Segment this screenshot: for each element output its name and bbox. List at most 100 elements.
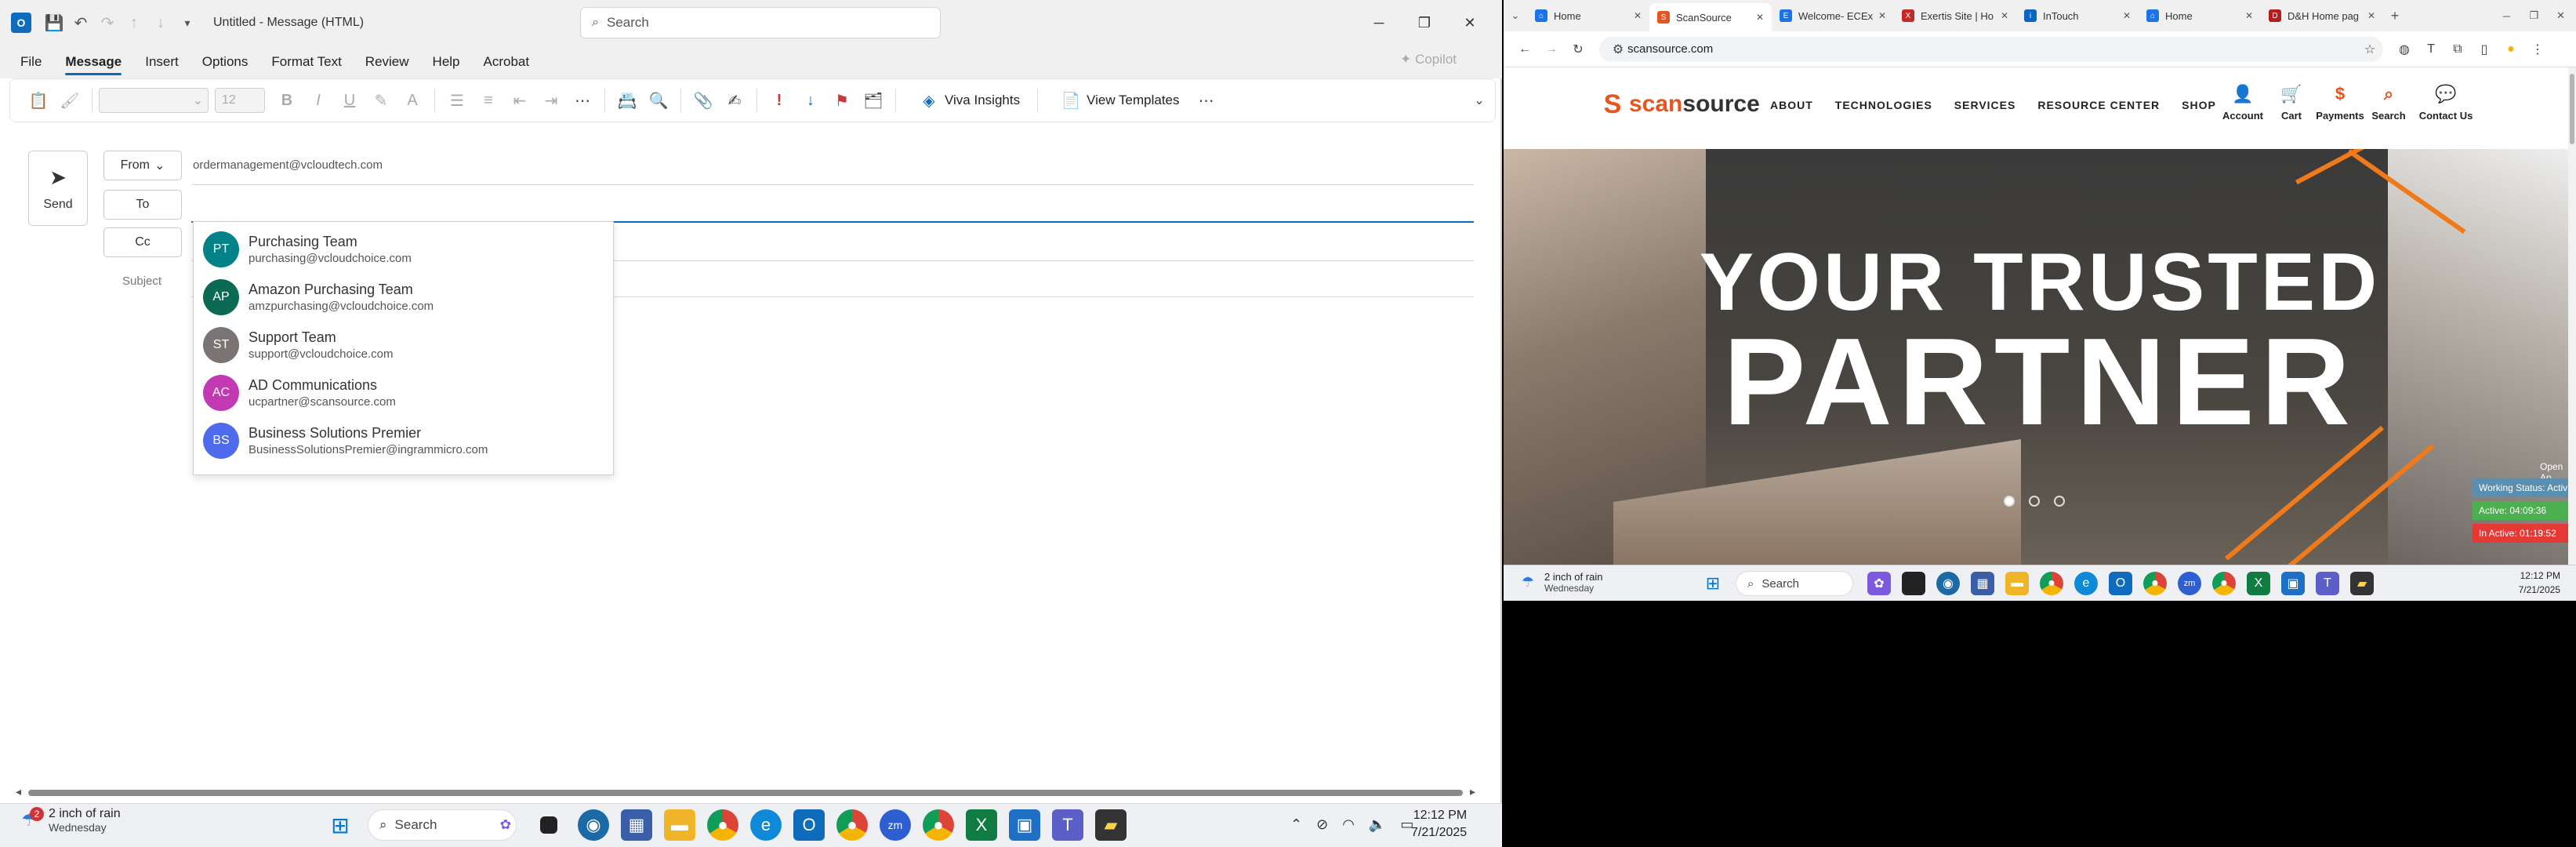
down-icon[interactable]: ↓ bbox=[147, 9, 174, 36]
sticky-notes-icon[interactable]: ▰ bbox=[2350, 572, 2374, 595]
outlook-taskbar-icon[interactable]: O bbox=[2109, 572, 2132, 595]
zoom-icon[interactable]: zm bbox=[880, 809, 911, 841]
nav-about[interactable]: ABOUT bbox=[1770, 99, 1813, 111]
collapse-ribbon-icon[interactable]: ⌄ bbox=[1464, 86, 1495, 115]
nav-shop[interactable]: SHOP bbox=[2182, 99, 2216, 111]
browser-tab[interactable]: ⌂ Home ✕ bbox=[1527, 3, 1649, 28]
save-icon[interactable]: 💾 bbox=[41, 9, 67, 36]
browser-tab-active[interactable]: S ScanSource ✕ bbox=[1649, 3, 1772, 31]
bookmark-star-icon[interactable]: ☆ bbox=[2356, 42, 2383, 57]
clock[interactable]: 12:12 PM 7/21/2025 bbox=[1411, 807, 1467, 842]
underline-icon[interactable]: U bbox=[334, 86, 365, 115]
tab-message[interactable]: Message bbox=[65, 54, 122, 75]
excel-icon[interactable]: X bbox=[966, 809, 997, 841]
wifi-icon[interactable]: ◠ bbox=[1342, 816, 1355, 833]
extensions-puzzle-icon[interactable]: ⧉ bbox=[2444, 42, 2471, 56]
suggestion-item[interactable]: ST Support Team support@vcloudchoice.com bbox=[194, 321, 613, 369]
task-view-icon[interactable] bbox=[540, 816, 557, 834]
close-tab-icon[interactable]: ✕ bbox=[2245, 10, 2253, 21]
calculator-icon[interactable]: ▦ bbox=[621, 809, 652, 841]
chrome-profile-icon[interactable]: ● bbox=[836, 809, 868, 841]
extension-icon[interactable]: ◍ bbox=[2391, 42, 2418, 57]
copilot-button[interactable]: ✦ Copilot bbox=[1400, 52, 1457, 67]
scroll-thumb[interactable] bbox=[2570, 74, 2574, 144]
util-account[interactable]: 👤 Account bbox=[2219, 78, 2267, 122]
util-contact[interactable]: 💬 Contact Us bbox=[2413, 78, 2479, 122]
tab-help[interactable]: Help bbox=[433, 54, 460, 70]
teams-icon[interactable]: T bbox=[1052, 809, 1083, 841]
weather-widget[interactable]: ☂ 2 2 inch of rain Wednesday bbox=[17, 807, 121, 834]
page-scrollbar[interactable] bbox=[2568, 67, 2576, 565]
remote-weather-widget[interactable]: ☂ 2 inch of rain Wednesday bbox=[1516, 570, 1603, 594]
excel-icon[interactable]: X bbox=[2247, 572, 2270, 595]
font-color-icon[interactable]: A bbox=[397, 86, 428, 115]
customize-icon[interactable]: ▾ bbox=[174, 9, 201, 36]
tab-format-text[interactable]: Format Text bbox=[271, 54, 341, 70]
edge-icon[interactable]: e bbox=[750, 809, 782, 841]
close-tab-icon[interactable]: ✕ bbox=[1756, 12, 1764, 23]
format-painter-icon[interactable]: 🖌 bbox=[54, 86, 85, 115]
zoom-icon[interactable]: zm bbox=[2178, 572, 2201, 595]
suggestion-item[interactable]: BS Business Solutions Premier BusinessSol… bbox=[194, 416, 613, 464]
minimize-button[interactable]: ─ bbox=[1356, 0, 1402, 45]
tab-insert[interactable]: Insert bbox=[145, 54, 179, 70]
font-size-combo[interactable]: 12 bbox=[215, 88, 265, 113]
edge-icon[interactable]: e bbox=[2074, 572, 2098, 595]
volume-icon[interactable]: 🔈 bbox=[1369, 816, 1386, 833]
close-button[interactable]: ✕ bbox=[1447, 0, 1493, 45]
paste-icon[interactable]: 📋 bbox=[23, 86, 54, 115]
indent-icon[interactable]: ⇥ bbox=[535, 86, 567, 115]
signature-icon[interactable]: ✍ bbox=[719, 86, 750, 115]
chrome-icon[interactable]: ● bbox=[2040, 572, 2063, 595]
view-templates-button[interactable]: 📄 View Templates bbox=[1055, 86, 1180, 115]
sidebar-icon[interactable]: ▯ bbox=[2471, 42, 2498, 57]
file-explorer-icon[interactable]: ▬ bbox=[2005, 572, 2029, 595]
nav-services[interactable]: SERVICES bbox=[1954, 99, 2016, 111]
chrome-profile-icon[interactable]: ● bbox=[2143, 572, 2167, 595]
scansource-logo[interactable]: S scan source bbox=[1601, 89, 1760, 119]
outlook-taskbar-icon[interactable]: O bbox=[793, 809, 825, 841]
close-tab-icon[interactable]: ✕ bbox=[2123, 10, 2131, 21]
minimize-icon[interactable]: ─ bbox=[2503, 10, 2510, 22]
horizontal-scrollbar[interactable]: ◂ ▸ bbox=[13, 785, 1478, 798]
high-importance-icon[interactable]: ! bbox=[764, 86, 795, 115]
windows-start-icon[interactable]: ⊞ bbox=[1701, 572, 1725, 595]
address-book-icon[interactable]: 📇 bbox=[611, 86, 643, 115]
redo-icon[interactable]: ↷ bbox=[94, 9, 121, 36]
browser-tab[interactable]: i InTouch ✕ bbox=[2016, 3, 2139, 28]
to-button[interactable]: To bbox=[103, 190, 182, 220]
tab-options[interactable]: Options bbox=[202, 54, 249, 70]
taskbar-search[interactable]: ⌕ Search ✿ bbox=[368, 809, 517, 841]
attach-file-icon[interactable]: 📎 bbox=[688, 86, 719, 115]
close-tab-icon[interactable]: ✕ bbox=[2367, 10, 2375, 21]
network-status-icon[interactable]: ⊘ bbox=[1316, 816, 1328, 833]
viva-insights-button[interactable]: ◈ Viva Insights bbox=[913, 86, 1020, 115]
close-tab-icon[interactable]: ✕ bbox=[1878, 10, 1886, 21]
close-window-icon[interactable]: ✕ bbox=[2556, 9, 2565, 22]
teams-icon[interactable]: T bbox=[2316, 572, 2339, 595]
url-field[interactable]: ⚙ scansource.com ☆ bbox=[1599, 36, 2383, 62]
undo-icon[interactable]: ↶ bbox=[67, 9, 94, 36]
cc-button[interactable]: Cc bbox=[103, 227, 182, 257]
scroll-left-icon[interactable]: ◂ bbox=[16, 785, 21, 798]
carousel-dot[interactable] bbox=[2004, 496, 2015, 507]
calculator-icon[interactable]: ▦ bbox=[1971, 572, 1994, 595]
bold-icon[interactable]: B bbox=[271, 86, 303, 115]
carousel-dot[interactable] bbox=[2054, 496, 2065, 507]
translate-icon[interactable]: T bbox=[2418, 42, 2444, 56]
check-names-icon[interactable]: 🔍 bbox=[643, 86, 674, 115]
calculator-icon[interactable]: ◉ bbox=[1936, 572, 1960, 595]
follow-up-flag-icon[interactable]: ⚑ bbox=[826, 86, 858, 115]
search-box[interactable]: ⌕ Search bbox=[580, 7, 941, 38]
restore-icon[interactable]: ❐ bbox=[2529, 9, 2538, 22]
browser-tab[interactable]: D D&H Home pag ✕ bbox=[2261, 3, 2383, 28]
from-button[interactable]: From ⌄ bbox=[103, 151, 182, 180]
more-options-icon[interactable]: ⋯ bbox=[1191, 86, 1222, 115]
chrome-icon[interactable]: ● bbox=[707, 809, 738, 841]
low-importance-icon[interactable]: ↓ bbox=[795, 86, 826, 115]
suggestion-item[interactable]: PT Purchasing Team purchasing@vcloudchoic… bbox=[194, 225, 613, 273]
util-payments[interactable]: $ Payments bbox=[2316, 78, 2364, 122]
up-icon[interactable]: ↑ bbox=[121, 9, 147, 36]
file-explorer-icon[interactable]: ▬ bbox=[664, 809, 695, 841]
remote-taskbar-search[interactable]: ⌕ Search bbox=[1736, 571, 1853, 596]
